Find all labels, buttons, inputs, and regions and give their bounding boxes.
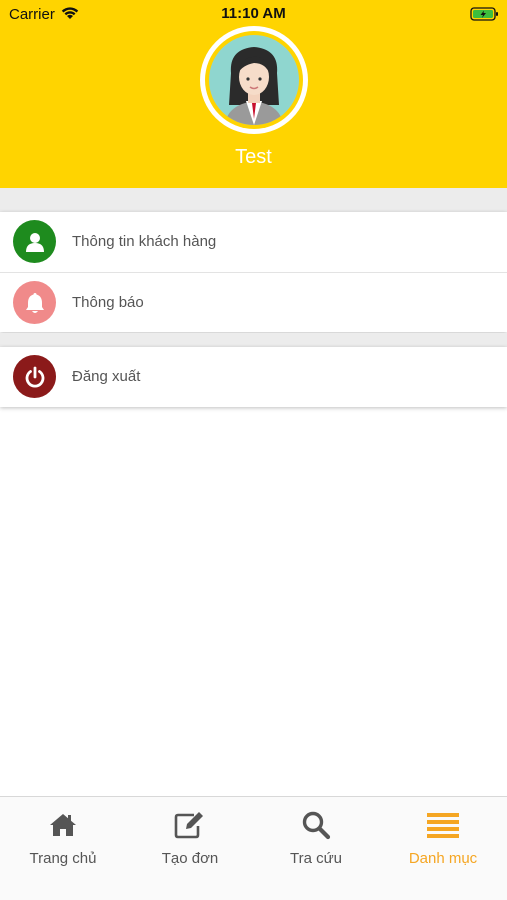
menu-item-label: Đăng xuất	[72, 368, 141, 385]
menu-icon	[380, 809, 506, 841]
section-spacer	[0, 188, 507, 212]
menu-item-label: Thông báo	[72, 294, 144, 311]
user-name: Test	[235, 146, 272, 168]
avatar-image	[209, 35, 299, 125]
menu-item-logout[interactable]: Đăng xuất	[0, 347, 507, 407]
tab-create-order[interactable]: Tạo đơn	[127, 797, 253, 900]
home-icon	[0, 809, 126, 841]
user-icon	[13, 220, 56, 263]
section-spacer	[0, 333, 507, 347]
tab-home[interactable]: Trang chủ	[0, 797, 126, 900]
power-icon	[13, 355, 56, 398]
avatar[interactable]	[200, 26, 308, 134]
menu-group-account: Thông tin khách hàng Thông báo	[0, 212, 507, 332]
bell-icon	[13, 281, 56, 324]
menu-group-logout: Đăng xuất	[0, 347, 507, 407]
profile-header: Carrier 11:10 AM Test	[0, 0, 507, 188]
clock: 11:10 AM	[221, 5, 286, 22]
tab-label: Tạo đơn	[161, 850, 219, 867]
menu-item-label: Thông tin khách hàng	[72, 233, 217, 250]
edit-icon	[127, 809, 253, 841]
tab-label: Tra cứu	[290, 850, 342, 867]
menu-item-customer-info[interactable]: Thông tin khách hàng	[0, 212, 507, 272]
tab-search[interactable]: Tra cứu	[253, 797, 379, 900]
tab-label: Danh mục	[408, 850, 478, 867]
tab-label: Trang chủ	[29, 850, 97, 867]
menu-item-notifications[interactable]: Thông báo	[0, 272, 507, 332]
status-bar: Carrier 11:10 AM	[0, 0, 507, 28]
tab-bar: Trang chủ Tạo đơn Tra cứu Danh mục	[0, 796, 507, 900]
battery-icon	[470, 6, 500, 27]
tab-categories[interactable]: Danh mục	[380, 797, 506, 900]
search-icon	[253, 809, 379, 841]
